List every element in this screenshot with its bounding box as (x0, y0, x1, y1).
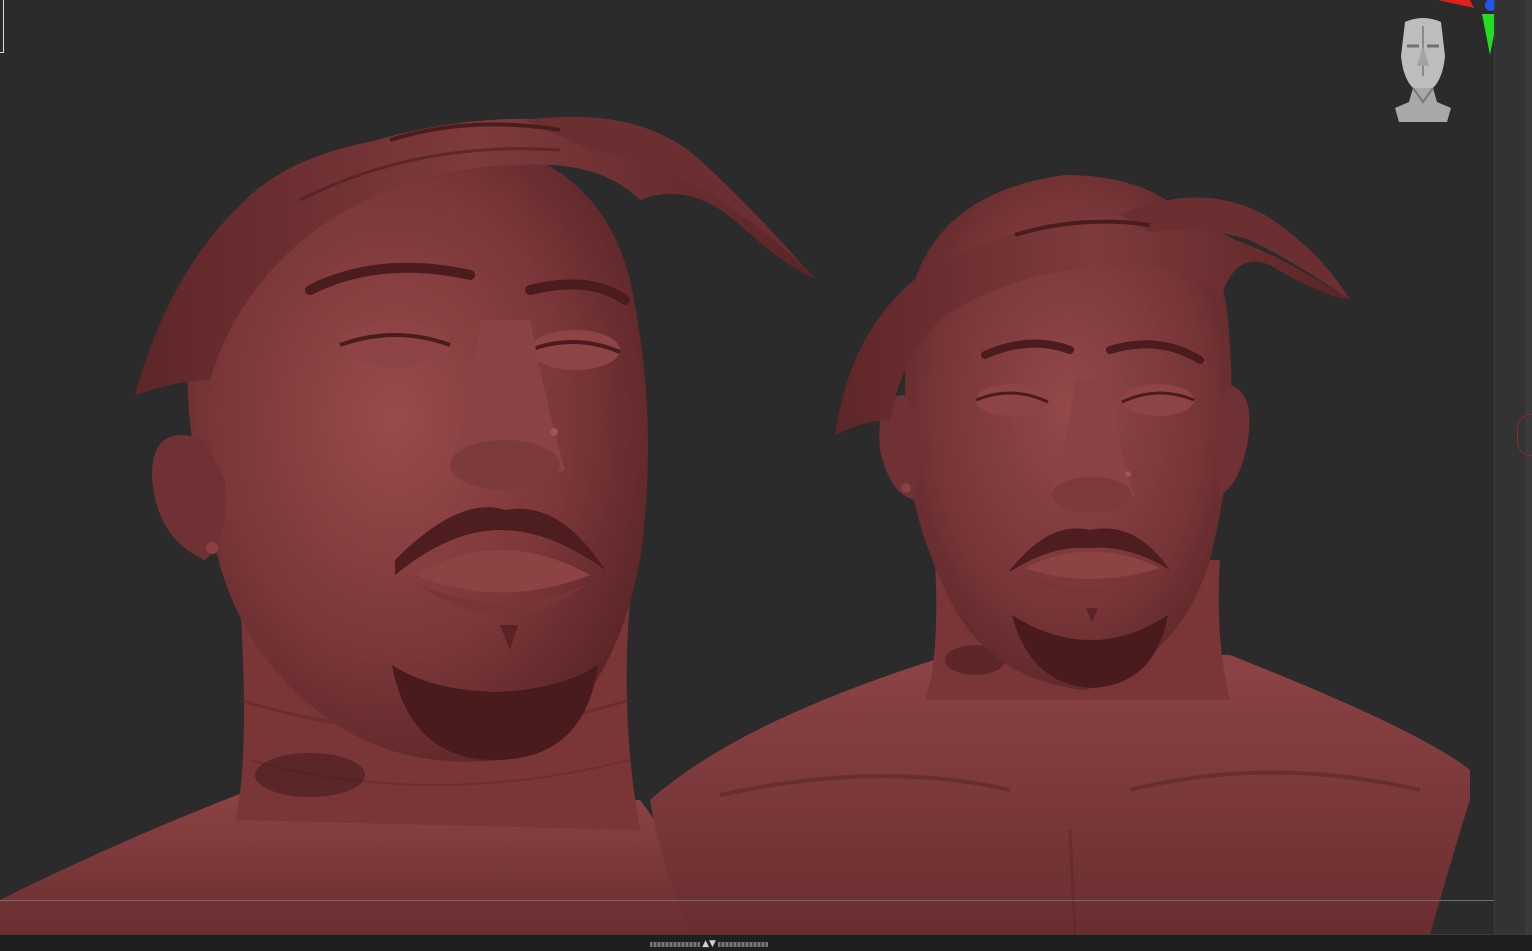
axis-gizmo-icon[interactable] (1430, 0, 1494, 60)
tray-grip-left (650, 942, 701, 947)
zbrush-window: ▲▼ (0, 0, 1532, 951)
document-canvas[interactable] (0, 0, 1494, 934)
bust-front-model[interactable] (650, 175, 1470, 934)
tray-grip-right (717, 942, 768, 947)
right-shelf (1494, 0, 1532, 934)
timeline-divider (0, 900, 1494, 901)
right-shelf-edge (1525, 0, 1532, 934)
tray-arrows-icon[interactable]: ▲▼ (702, 940, 716, 949)
sculpt-scene[interactable] (0, 0, 1494, 934)
canvas-corner-marker (0, 0, 4, 53)
right-tray-handle[interactable] (1517, 414, 1532, 456)
tray-toggle-icon[interactable]: ▲▼ (644, 940, 774, 949)
